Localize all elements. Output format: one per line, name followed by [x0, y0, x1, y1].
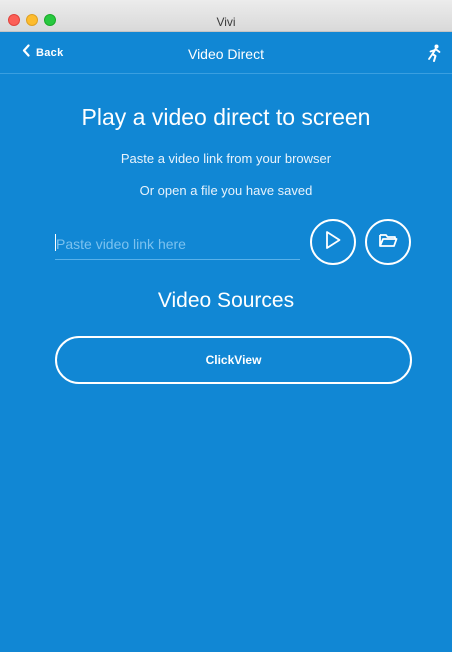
- video-link-input[interactable]: [55, 230, 300, 260]
- window-title: Vivi: [216, 15, 236, 29]
- window-titlebar: Vivi: [0, 0, 452, 32]
- video-sources-title: Video Sources: [157, 289, 295, 312]
- nav-bar: Back Video Direct: [0, 32, 452, 74]
- play-icon: [324, 230, 342, 255]
- clickview-source-button[interactable]: ClickView: [55, 336, 412, 384]
- clickview-label: ClickView: [205, 353, 262, 367]
- instruction-open-file: Or open a file you have saved: [139, 183, 313, 198]
- instruction-paste: Paste a video link from your browser: [120, 151, 332, 166]
- open-file-button[interactable]: [365, 219, 411, 265]
- page-headline: Play a video direct to screen: [81, 104, 371, 130]
- folder-open-icon: [378, 232, 398, 253]
- play-button[interactable]: [310, 219, 356, 265]
- running-person-icon[interactable]: [426, 44, 442, 62]
- text-caret: [55, 234, 56, 251]
- nav-title: Video Direct: [187, 46, 264, 62]
